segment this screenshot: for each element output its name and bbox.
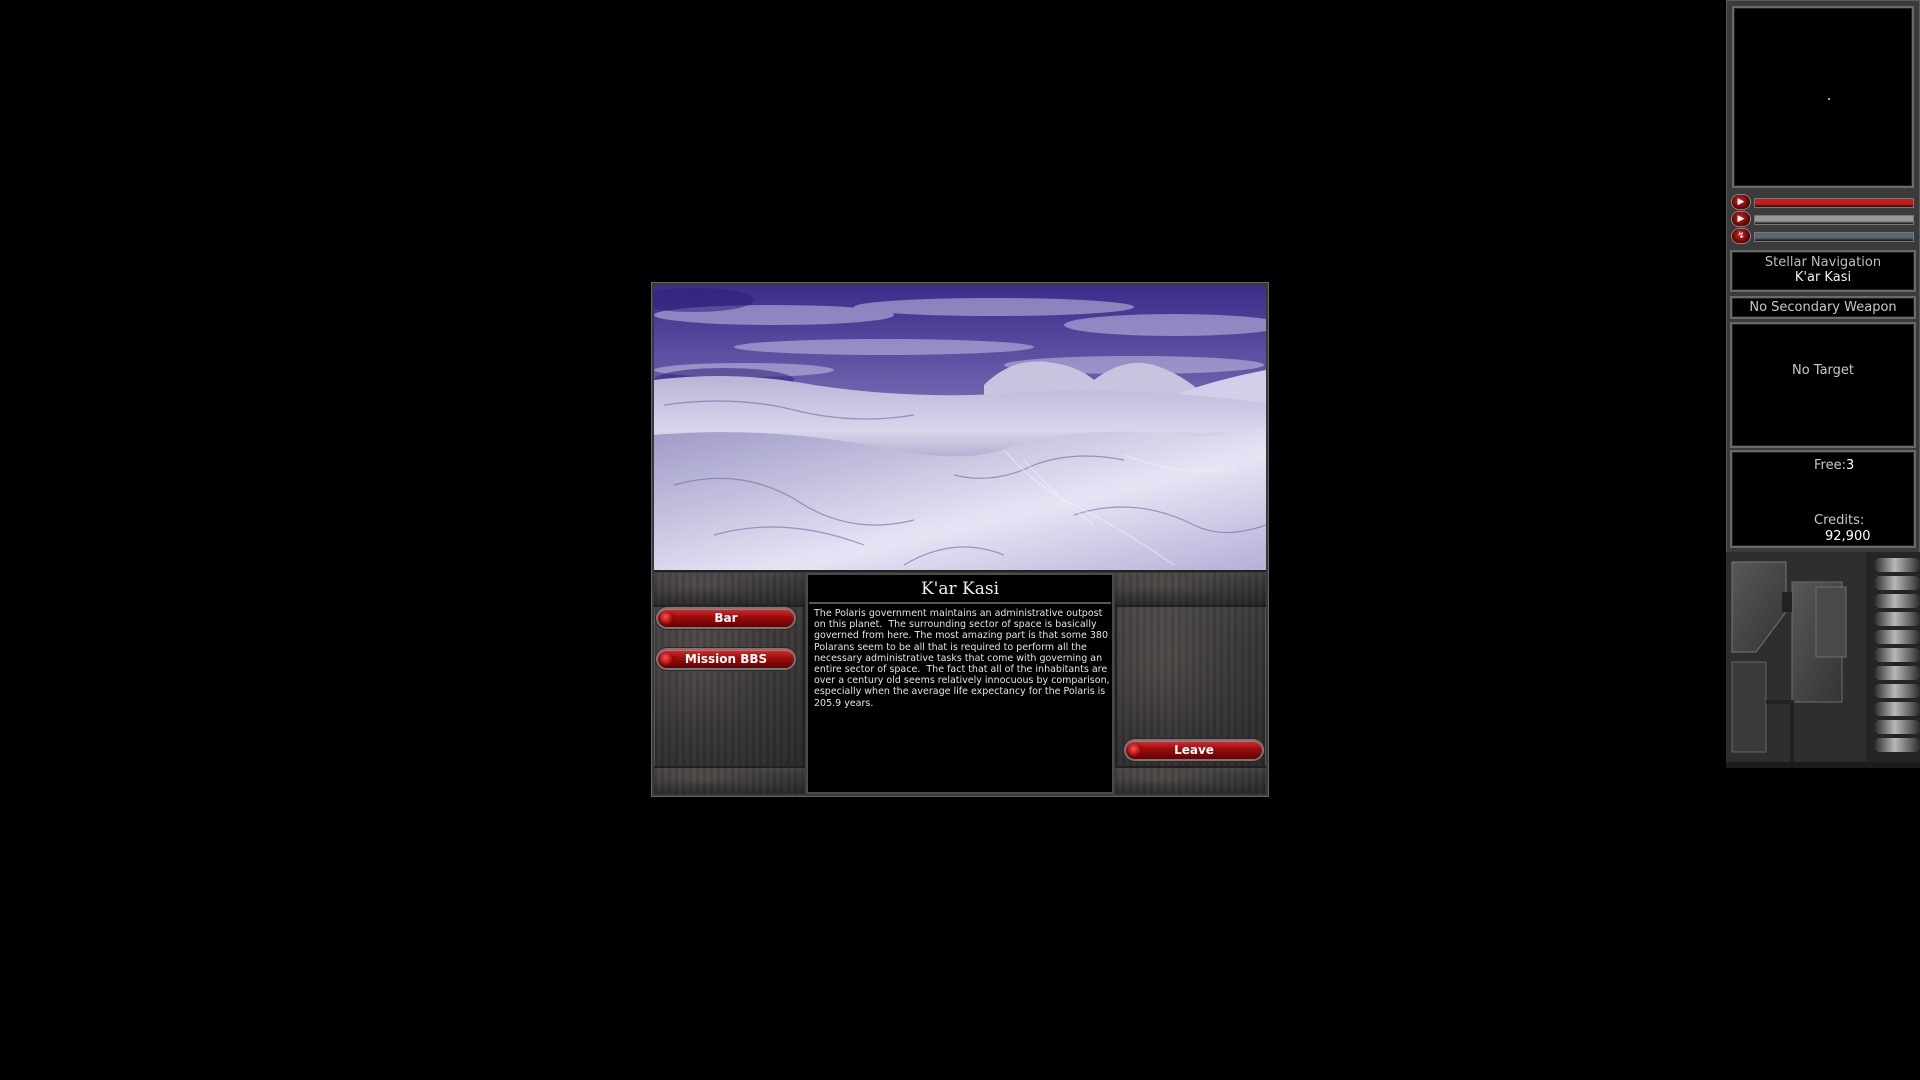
planet-landscape-svg: [654, 285, 1266, 570]
left-panel-top-plate: [654, 573, 805, 607]
hull-bar-fill: [1755, 199, 1913, 207]
navigation-destination: K'ar Kasi: [1794, 270, 1852, 285]
mission-bbs-button[interactable]: Mission BBS: [658, 650, 794, 668]
energy-bar-fill: [1755, 233, 1913, 241]
cargo-box: Free:3 Credits: 92,900: [1730, 450, 1916, 548]
shield-bar-row: ▶: [1730, 212, 1916, 226]
cargo-free-value: 3: [1845, 458, 1855, 473]
shield-icon: ▶: [1732, 212, 1750, 226]
button-cap-icon: [1128, 743, 1142, 757]
button-cap-icon: [660, 652, 674, 666]
right-panel-bottom-plate: [1115, 766, 1266, 794]
radar-blip: [1828, 98, 1830, 100]
navigation-box[interactable]: Stellar Navigation K'ar Kasi: [1730, 250, 1916, 292]
secondary-weapon-box[interactable]: No Secondary Weapon: [1730, 296, 1916, 319]
hud-machinery-decoration: [1726, 552, 1920, 768]
hud-machinery-svg: [1726, 552, 1920, 768]
hull-icon: ▶: [1732, 195, 1750, 209]
hull-bar-track: [1754, 198, 1914, 208]
right-panel-top-plate: [1115, 573, 1266, 607]
cargo-free-label: Free:: [1814, 458, 1846, 473]
planet-info-panel: K'ar Kasi The Polaris government maintai…: [806, 573, 1114, 794]
planet-dialog: K'ar Kasi The Polaris government maintai…: [651, 282, 1269, 797]
target-label: No Target: [1791, 363, 1855, 378]
energy-icon: ↯: [1732, 229, 1750, 243]
secondary-weapon-label: No Secondary Weapon: [1749, 300, 1897, 315]
leave-button[interactable]: Leave: [1126, 741, 1262, 759]
navigation-title: Stellar Navigation: [1764, 255, 1882, 270]
target-box[interactable]: No Target: [1730, 322, 1916, 448]
bar-button-label: Bar: [714, 611, 738, 625]
planet-landscape-image: [654, 285, 1266, 572]
energy-bar-track: [1754, 232, 1914, 242]
radar-display[interactable]: [1732, 6, 1914, 188]
left-metal-panel: [654, 573, 805, 794]
right-metal-panel: [1115, 573, 1266, 794]
energy-bar-row: ↯: [1730, 229, 1916, 243]
ship-hud: ▶ ▶ ↯ Stellar Navigation K'ar Kasi No Se…: [1726, 0, 1920, 768]
bar-button[interactable]: Bar: [658, 609, 794, 627]
leave-button-label: Leave: [1174, 743, 1214, 757]
hull-bar-row: ▶: [1730, 195, 1916, 209]
shield-bar-fill: [1755, 216, 1913, 224]
cargo-free: Free:3: [1814, 458, 1854, 473]
shield-bar-track: [1754, 215, 1914, 225]
credits-label: Credits:: [1814, 513, 1865, 528]
button-cap-icon: [660, 611, 674, 625]
planet-name: K'ar Kasi: [809, 576, 1111, 604]
credits-value: 92,900: [1825, 529, 1871, 544]
mission-bbs-button-label: Mission BBS: [684, 652, 768, 666]
planet-description: The Polaris government maintains an admi…: [814, 608, 1113, 709]
left-panel-bottom-plate: [654, 766, 805, 794]
